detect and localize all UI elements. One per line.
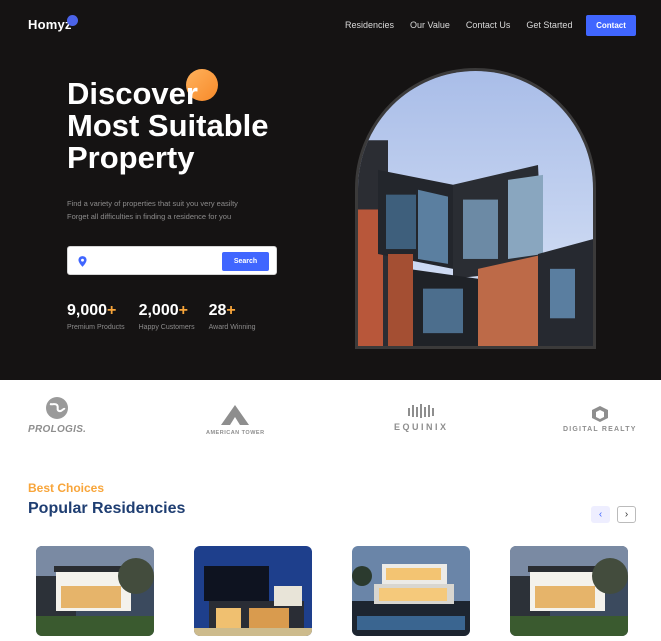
stat-award-winning: 28+ Award Winning [209,302,256,331]
search-button[interactable]: Search [222,252,269,271]
residency-card[interactable] [352,546,470,636]
hero-subtitle-line-2: Forget all difficulties in finding a res… [67,211,232,221]
hero-image-frame [355,68,596,349]
hero-title-line-3: Property [67,140,195,175]
residency-image [194,546,312,636]
stat-happy-customers: 2,000+ Happy Customers [139,302,195,331]
chevron-right-icon: › [624,509,629,520]
residency-card[interactable] [36,546,154,636]
nav-residencies[interactable]: Residencies [345,20,394,30]
stat-label: Happy Customers [138,324,195,331]
residency-image [510,546,628,636]
location-pin-icon [78,256,87,267]
residency-card[interactable] [510,546,628,636]
nav-get-started[interactable]: Get Started [526,20,572,30]
stat-plus: + [178,302,188,319]
brand-digital-realty: DIGITAL REALTY [563,406,637,433]
stat-label: Premium Products [67,324,125,331]
nav-contact-us[interactable]: Contact Us [466,20,511,30]
search-bar: Search [67,246,277,275]
hero-title-line-2: Most Suitable [67,108,269,143]
hero-subtitle-line-1: Find a variety of properties that suit y… [67,199,238,208]
logo[interactable]: Homyz [28,17,72,32]
brand-name: AMERICAN TOWER [206,430,265,436]
residency-image [352,546,470,636]
equinix-bars-icon [408,404,435,418]
contact-button[interactable]: Contact [586,15,636,36]
globe-icon [46,397,69,419]
section-heading: Popular Residencies [28,500,186,517]
stat-plus: + [226,302,236,319]
section-eyebrow: Best Choices [28,481,105,495]
stat-label: Award Winning [208,324,256,331]
hero-title: Discover Most Suitable Property [67,78,347,174]
brand-name: EQUINIX [394,422,449,432]
stat-value: 28 [208,302,227,319]
stats-row: 9,000+ Premium Products 2,000+ Happy Cus… [67,302,256,331]
stat-premium-products: 9,000+ Premium Products [67,302,125,331]
brand-prologis: PROLOGIS. [28,396,86,435]
hero-title-line-1: Discover [67,76,198,111]
search-input[interactable] [94,253,219,269]
next-button[interactable]: › [617,506,636,523]
cube-icon [591,406,608,422]
hero-building-image [358,71,593,346]
hero-section: Homyz Residencies Our Value Contact Us G… [0,0,661,380]
brand-equinix: EQUINIX [394,404,449,432]
brand-american-tower: AMERICAN TOWER [206,404,265,436]
hero-subtitle: Find a variety of properties that suit y… [67,198,317,223]
stat-value: 9,000 [67,302,108,319]
brand-name: DIGITAL REALTY [563,426,637,433]
main-nav: Residencies Our Value Contact Us Get Sta… [345,20,572,30]
residency-image [36,546,154,636]
logo-dot [67,15,78,26]
prev-button[interactable]: ‹ [591,506,610,523]
brand-name: PROLOGIS. [28,424,87,435]
stat-plus: + [107,302,117,319]
nav-our-value[interactable]: Our Value [410,20,450,30]
residency-card[interactable] [194,546,312,636]
tower-icon [221,405,250,425]
chevron-left-icon: ‹ [598,509,603,520]
brands-strip: PROLOGIS. AMERICAN TOWER EQUINIX DIGITAL… [0,392,661,452]
stat-value: 2,000 [138,302,179,319]
